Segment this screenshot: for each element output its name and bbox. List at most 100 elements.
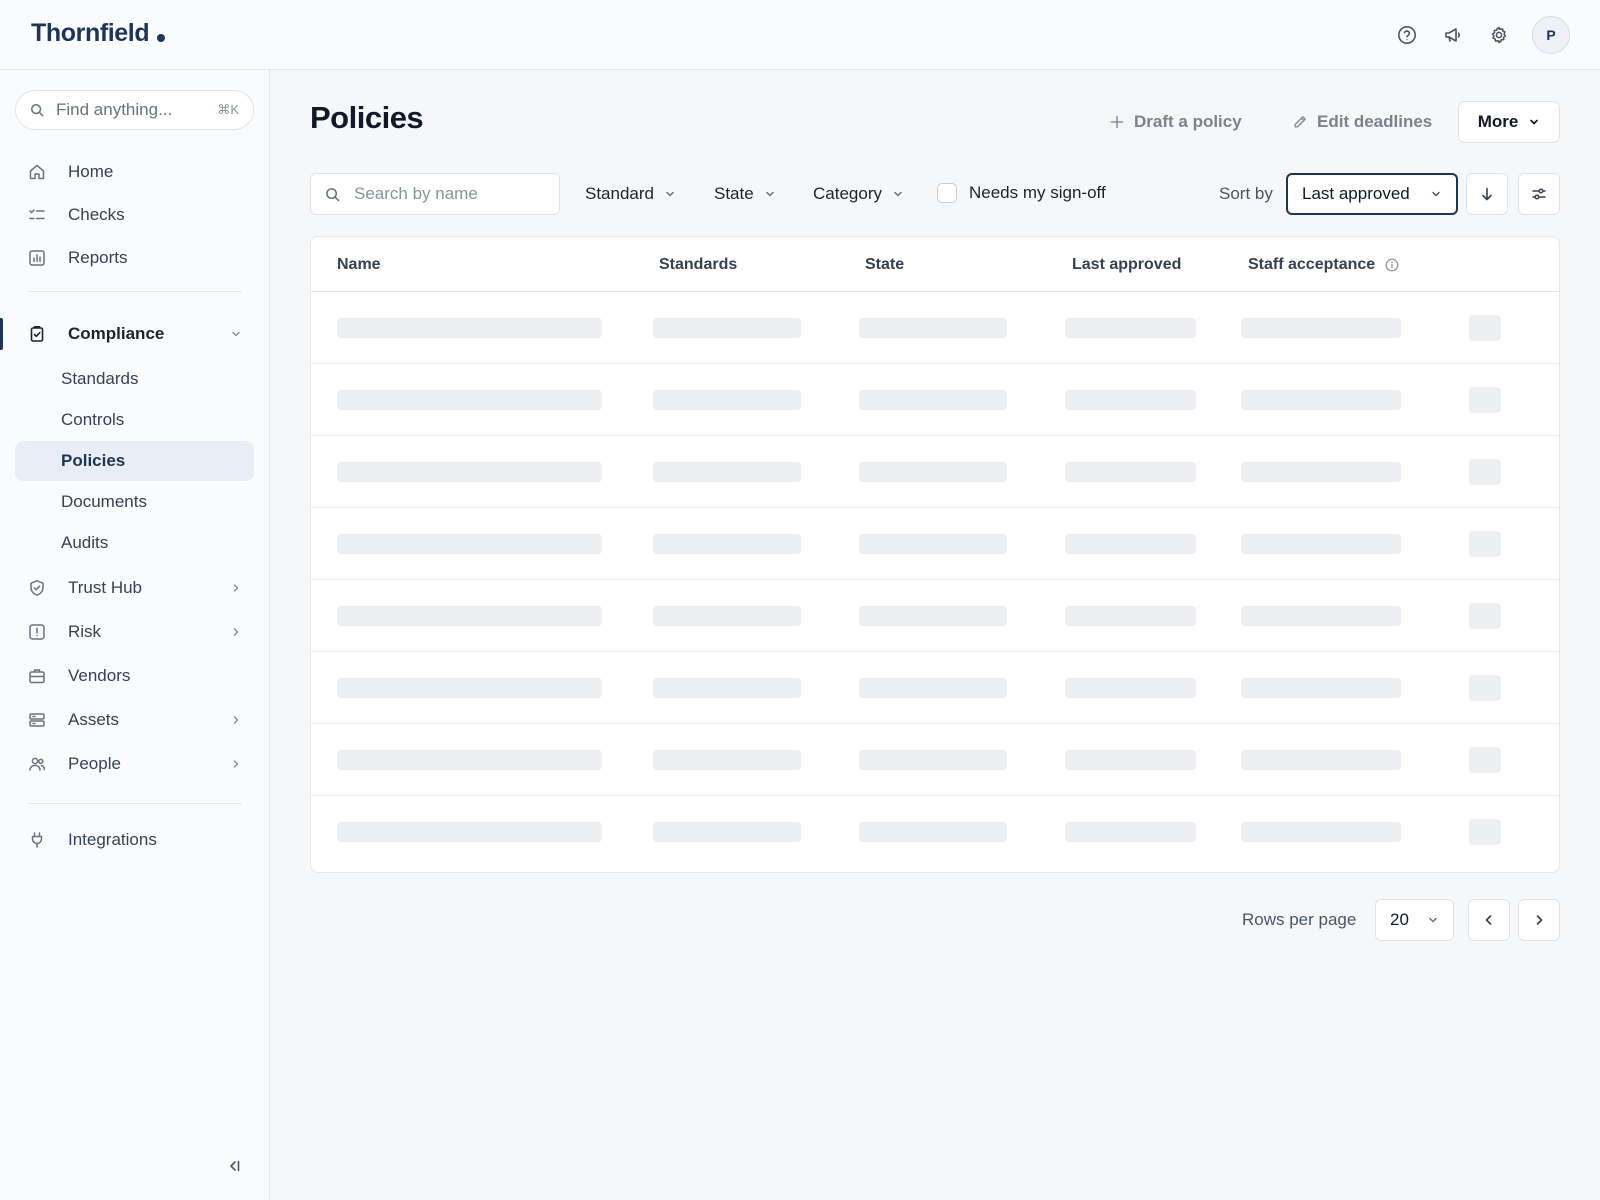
loading-skeleton-cell	[1065, 750, 1196, 770]
brand-logo[interactable]: Thornfield	[31, 19, 166, 48]
loading-skeleton-cell	[859, 462, 1007, 482]
bar-chart-icon	[28, 249, 50, 267]
loading-skeleton-cell	[859, 750, 1007, 770]
loading-skeleton-action	[1469, 531, 1501, 557]
state-filter[interactable]: State	[714, 181, 776, 207]
help-circle-icon[interactable]	[1395, 23, 1419, 47]
needs-signoff-toggle[interactable]: Needs my sign-off	[937, 183, 1106, 203]
sidebar-item-home[interactable]: Home	[15, 152, 254, 192]
sidebar-item-label: Checks	[68, 205, 125, 224]
loading-skeleton-cell	[337, 318, 602, 338]
needs-signoff-checkbox[interactable]	[937, 183, 957, 203]
megaphone-icon[interactable]	[1441, 23, 1465, 47]
search-icon	[30, 103, 44, 117]
chevron-right-icon	[230, 582, 242, 594]
column-header-name[interactable]: Name	[337, 256, 381, 274]
sidebar-item-label: Vendors	[68, 666, 131, 685]
loading-skeleton-cell	[1241, 462, 1401, 482]
sidebar-subitem-standards[interactable]: Standards	[15, 359, 254, 399]
gear-icon[interactable]	[1487, 23, 1511, 47]
sidebar-subitem-documents[interactable]: Documents	[15, 482, 254, 522]
loading-skeleton-action	[1469, 819, 1501, 845]
table-row	[311, 436, 1559, 508]
loading-skeleton-cell	[653, 678, 801, 698]
sidebar-subitem-policies[interactable]: Policies	[15, 441, 254, 481]
table-row	[311, 652, 1559, 724]
checklist-icon	[28, 206, 50, 224]
plug-icon	[28, 831, 50, 849]
loading-skeleton-cell	[1065, 606, 1196, 626]
sidebar-item-label: Risk	[68, 622, 102, 641]
sidebar-subitem-audits[interactable]: Audits	[15, 523, 254, 563]
sidebar-item-reports[interactable]: Reports	[15, 238, 254, 278]
chevron-down-icon	[1430, 188, 1442, 200]
chevron-down-icon	[1427, 914, 1439, 926]
collapse-sidebar-icon[interactable]	[226, 1158, 242, 1174]
brand-dot	[157, 33, 166, 42]
loading-skeleton-action	[1469, 315, 1501, 341]
alert-square-icon	[28, 623, 50, 641]
edit-deadlines-button[interactable]: Edit deadlines	[1293, 106, 1432, 138]
sidebar-item-checks[interactable]: Checks	[15, 195, 254, 235]
more-button[interactable]: More	[1458, 101, 1560, 143]
sort-direction-button[interactable]	[1466, 173, 1508, 215]
column-header-standards[interactable]: Standards	[659, 256, 737, 274]
sidebar-item-vendors[interactable]: Vendors	[15, 656, 254, 696]
policies-table: Name Standards State Last approved Staff…	[310, 236, 1560, 873]
info-icon[interactable]	[1385, 258, 1399, 272]
rows-per-page-value: 20	[1390, 910, 1409, 929]
state-filter-label: State	[714, 184, 754, 203]
rows-per-page-select[interactable]: 20	[1375, 899, 1454, 941]
category-filter[interactable]: Category	[813, 181, 904, 207]
sidebar-item-people[interactable]: People	[15, 744, 254, 784]
loading-skeleton-action	[1469, 675, 1501, 701]
sidebar-item-assets[interactable]: Assets	[15, 700, 254, 740]
global-search[interactable]: Find anything... ⌘K	[15, 90, 254, 130]
sidebar-item-label: Trust Hub	[68, 578, 143, 597]
column-header-staff-acceptance[interactable]: Staff acceptance	[1248, 256, 1399, 274]
sort-label: Sort by	[1219, 184, 1273, 203]
loading-skeleton-cell	[653, 462, 801, 482]
standard-filter[interactable]: Standard	[585, 181, 676, 207]
sidebar-item-risk[interactable]: Risk	[15, 612, 254, 652]
sidebar-item-compliance[interactable]: Compliance	[15, 314, 254, 354]
column-settings-button[interactable]	[1518, 173, 1560, 215]
column-header-state[interactable]: State	[865, 256, 904, 274]
sliders-icon	[1531, 186, 1547, 202]
sidebar-item-label: Assets	[68, 710, 120, 729]
briefcase-icon	[28, 667, 50, 685]
sidebar-subitem-controls[interactable]: Controls	[15, 400, 254, 440]
sidebar-item-trust-hub[interactable]: Trust Hub	[15, 568, 254, 608]
draft-policy-button[interactable]: Draft a policy	[1110, 106, 1242, 138]
loading-skeleton-cell	[1065, 390, 1196, 410]
loading-skeleton-cell	[859, 390, 1007, 410]
user-avatar[interactable]: P	[1532, 16, 1570, 54]
loading-skeleton-cell	[1241, 534, 1401, 554]
keyboard-shortcut-hint: ⌘K	[217, 102, 239, 117]
table-row	[311, 292, 1559, 364]
sidebar: Find anything... ⌘K Home Checks Reports …	[0, 70, 270, 1200]
loading-skeleton-cell	[1065, 534, 1196, 554]
more-label: More	[1477, 112, 1519, 131]
chevron-down-icon	[230, 328, 242, 340]
loading-skeleton-cell	[1241, 318, 1401, 338]
brand-name: Thornfield	[31, 19, 150, 47]
loading-skeleton-action	[1469, 387, 1501, 413]
sort-select[interactable]: Last approved	[1286, 173, 1458, 215]
sidebar-item-integrations[interactable]: Integrations	[15, 820, 254, 860]
staff-acceptance-label: Staff acceptance	[1248, 256, 1376, 273]
chevron-right-icon	[230, 714, 242, 726]
draft-policy-label: Draft a policy	[1134, 112, 1242, 131]
active-section-indicator	[0, 318, 3, 350]
home-icon	[28, 163, 50, 181]
table-row	[311, 580, 1559, 652]
edit-deadlines-label: Edit deadlines	[1317, 112, 1433, 131]
pencil-icon	[1293, 115, 1307, 129]
column-header-last-approved[interactable]: Last approved	[1072, 256, 1181, 274]
chevron-right-icon	[1532, 913, 1546, 927]
needs-signoff-label: Needs my sign-off	[969, 183, 1106, 202]
server-icon	[28, 711, 50, 729]
previous-page-button[interactable]	[1468, 899, 1510, 941]
search-input[interactable]	[354, 184, 544, 204]
next-page-button[interactable]	[1518, 899, 1560, 941]
